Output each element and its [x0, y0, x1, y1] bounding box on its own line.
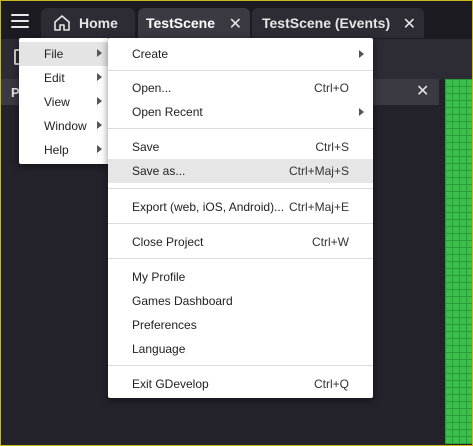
- tab-events-label: TestScene (Events): [262, 15, 391, 31]
- top-bar: Home TestScene ✕ TestScene (Events) ✕: [1, 1, 472, 39]
- menu-item-preferences[interactable]: Preferences: [108, 313, 373, 337]
- home-icon: [54, 15, 70, 31]
- menu-item-view[interactable]: View: [19, 90, 109, 114]
- menu-item-label: Help: [44, 143, 69, 157]
- menu-item-games-dashboard[interactable]: Games Dashboard: [108, 289, 373, 313]
- scene-canvas[interactable]: [445, 79, 472, 444]
- shortcut-label: Ctrl+S: [315, 140, 349, 154]
- tab-home[interactable]: Home: [41, 8, 135, 38]
- menu-item-label: Window: [44, 119, 87, 133]
- menu-item-label: Save as...: [132, 164, 186, 178]
- menu-item-label: View: [44, 95, 70, 109]
- menu-divider: [108, 188, 373, 189]
- menu-item-exit[interactable]: Exit GDevelop Ctrl+Q: [108, 372, 373, 396]
- menu-item-close-project[interactable]: Close Project Ctrl+W: [108, 230, 373, 254]
- shortcut-label: Ctrl+Q: [313, 377, 349, 391]
- menu-divider: [108, 223, 373, 224]
- file-submenu: Create Open... Ctrl+O Open Recent Save C…: [108, 38, 373, 398]
- menu-item-help[interactable]: Help: [19, 138, 109, 162]
- shortcut-label: Ctrl+W: [312, 235, 349, 249]
- menu-item-save-as[interactable]: Save as... Ctrl+Maj+S: [108, 159, 373, 183]
- menu-item-export[interactable]: Export (web, iOS, Android)... Ctrl+Maj+E: [108, 195, 373, 219]
- menu-item-label: Edit: [44, 71, 65, 85]
- menu-item-label: Close Project: [132, 235, 204, 249]
- tab-test-scene-events[interactable]: TestScene (Events) ✕: [252, 8, 424, 38]
- chevron-right-icon: [359, 50, 364, 58]
- tab-test-scene-label: TestScene: [146, 15, 215, 31]
- chevron-right-icon: [97, 73, 102, 81]
- tab-home-label: Home: [79, 15, 118, 31]
- chevron-right-icon: [97, 49, 102, 57]
- menu-item-label: File: [44, 47, 64, 61]
- tab-test-scene[interactable]: TestScene ✕: [138, 8, 250, 38]
- close-icon[interactable]: ✕: [229, 14, 242, 34]
- menu-item-save[interactable]: Save Ctrl+S: [108, 135, 373, 159]
- menu-item-label: Save: [132, 140, 160, 154]
- main-menu: File Edit View Window Help: [19, 38, 109, 164]
- menu-item-label: Export (web, iOS, Android)...: [132, 200, 285, 214]
- menu-item-language[interactable]: Language: [108, 337, 373, 361]
- menu-divider: [108, 70, 373, 71]
- menu-divider: [108, 128, 373, 129]
- menu-item-open-recent[interactable]: Open Recent: [108, 100, 373, 124]
- menu-item-label: Games Dashboard: [132, 294, 233, 308]
- menu-item-label: Exit GDevelop: [132, 377, 209, 391]
- menu-item-open[interactable]: Open... Ctrl+O: [108, 76, 373, 100]
- panel-close-icon[interactable]: ✕: [416, 81, 429, 101]
- shortcut-label: Ctrl+Maj+E: [288, 200, 349, 214]
- menu-item-window[interactable]: Window: [19, 114, 109, 138]
- menu-item-label: Preferences: [132, 318, 197, 332]
- menu-item-label: Open Recent: [132, 105, 203, 119]
- close-icon[interactable]: ✕: [403, 14, 416, 34]
- menu-item-label: Create: [132, 47, 169, 61]
- menu-icon[interactable]: [11, 14, 29, 28]
- menu-item-label: Open...: [132, 81, 172, 95]
- chevron-right-icon: [97, 121, 102, 129]
- menu-item-file[interactable]: File: [19, 42, 109, 66]
- menu-item-edit[interactable]: Edit: [19, 66, 109, 90]
- shortcut-label: Ctrl+Maj+S: [288, 164, 349, 178]
- menu-item-label: Language: [132, 342, 186, 356]
- menu-item-my-profile[interactable]: My Profile: [108, 265, 373, 289]
- menu-divider: [108, 365, 373, 366]
- menu-divider: [108, 258, 373, 259]
- shortcut-label: Ctrl+O: [313, 81, 349, 95]
- chevron-right-icon: [97, 97, 102, 105]
- chevron-right-icon: [359, 108, 364, 116]
- menu-item-create[interactable]: Create: [108, 42, 373, 66]
- chevron-right-icon: [97, 145, 102, 153]
- menu-item-label: My Profile: [132, 270, 186, 284]
